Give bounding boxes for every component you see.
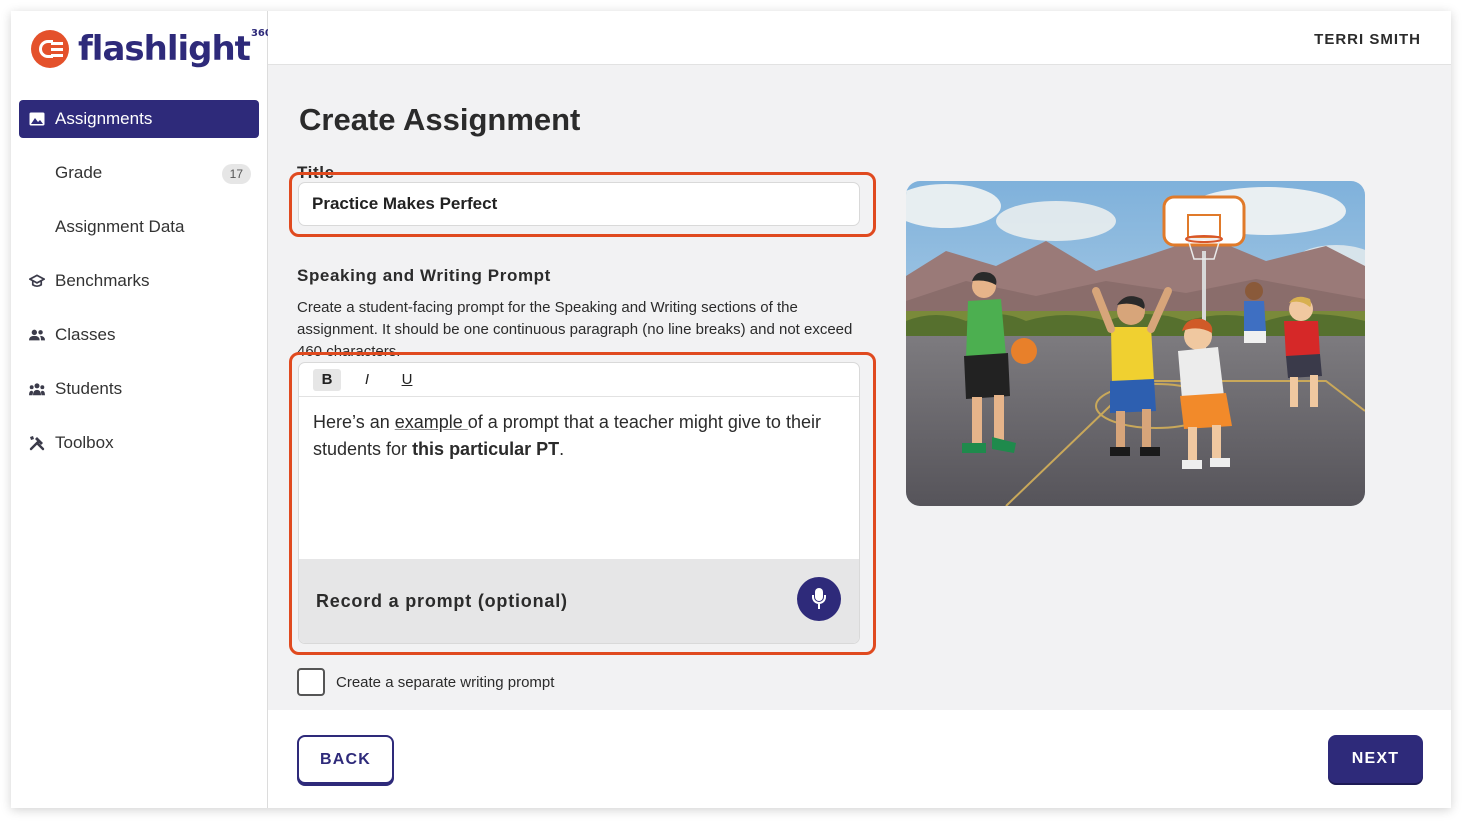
sidebar-item-label: Toolbox	[55, 433, 114, 452]
sidebar-item-students[interactable]: Students	[19, 370, 259, 408]
flashlight-logo-icon	[31, 30, 69, 68]
sidebar-item-label: Benchmarks	[55, 271, 150, 290]
sidebar-nav: Assignments Grade 17 Assignment Data Ben…	[19, 100, 259, 478]
sidebar-item-label: Assignments	[55, 109, 153, 128]
sidebar-item-label: Classes	[55, 325, 116, 344]
title-input[interactable]	[298, 182, 860, 226]
sidebar-item-grade[interactable]: Grade 17	[19, 154, 259, 192]
separate-prompt-option[interactable]: Create a separate writing prompt	[297, 668, 554, 696]
logo[interactable]: flashlight 360	[31, 28, 272, 69]
prompt-text-bold: this particular PT	[412, 439, 560, 459]
editor-toolbar: B I U	[299, 363, 859, 397]
top-header: TERRI SMITH	[268, 11, 1451, 65]
prompt-textarea[interactable]: Here’s an example of a prompt that a tea…	[299, 397, 859, 560]
separate-prompt-checkbox[interactable]	[297, 668, 325, 696]
page-title: Create Assignment	[299, 102, 581, 137]
back-button[interactable]: BACK	[297, 735, 394, 784]
grade-count-badge: 17	[221, 164, 251, 184]
sidebar-item-toolbox[interactable]: Toolbox	[19, 424, 259, 462]
sidebar-item-assignments[interactable]: Assignments	[19, 100, 259, 138]
user-name[interactable]: TERRI SMITH	[1314, 31, 1421, 48]
underline-button[interactable]: U	[393, 369, 421, 391]
basketball-scene-image	[906, 181, 1365, 506]
record-prompt-bar: Record a prompt (optional)	[299, 559, 859, 643]
sidebar-item-benchmarks[interactable]: Benchmarks	[19, 262, 259, 300]
bold-button[interactable]: B	[313, 368, 341, 391]
sidebar-item-label: Grade	[55, 163, 103, 182]
tools-icon	[29, 435, 45, 451]
sidebar-item-label: Assignment Data	[55, 217, 185, 236]
image-icon	[29, 111, 45, 127]
prompt-text-part: Here’s an	[313, 412, 395, 432]
sidebar-item-label: Students	[55, 379, 123, 398]
footer: BACK NEXT	[268, 710, 1451, 808]
record-prompt-label: Record a prompt (optional)	[316, 590, 568, 611]
sidebar: flashlight 360 Assignments Grade 17 Assi…	[11, 11, 272, 808]
prompt-text-underlined: example	[394, 412, 468, 432]
app-window: flashlight 360 Assignments Grade 17 Assi…	[11, 11, 1451, 808]
graduation-cap-icon	[29, 273, 45, 289]
group-icon	[29, 381, 45, 397]
people-icon	[29, 327, 45, 343]
next-button[interactable]: NEXT	[1328, 735, 1423, 783]
prompt-label: Speaking and Writing Prompt	[297, 266, 551, 285]
logo-text: flashlight	[78, 29, 251, 69]
record-button[interactable]	[797, 577, 841, 621]
prompt-editor: B I U Here’s an example of a prompt that…	[298, 362, 860, 644]
sidebar-item-classes[interactable]: Classes	[19, 316, 259, 354]
assignment-illustration	[906, 181, 1365, 506]
prompt-text-part: .	[559, 439, 565, 459]
sidebar-item-assignment-data[interactable]: Assignment Data	[19, 208, 259, 246]
main-content: Create Assignment Title Speaking and Wri…	[268, 65, 1451, 710]
italic-button[interactable]: I	[353, 369, 381, 391]
separate-prompt-label: Create a separate writing prompt	[336, 673, 555, 691]
